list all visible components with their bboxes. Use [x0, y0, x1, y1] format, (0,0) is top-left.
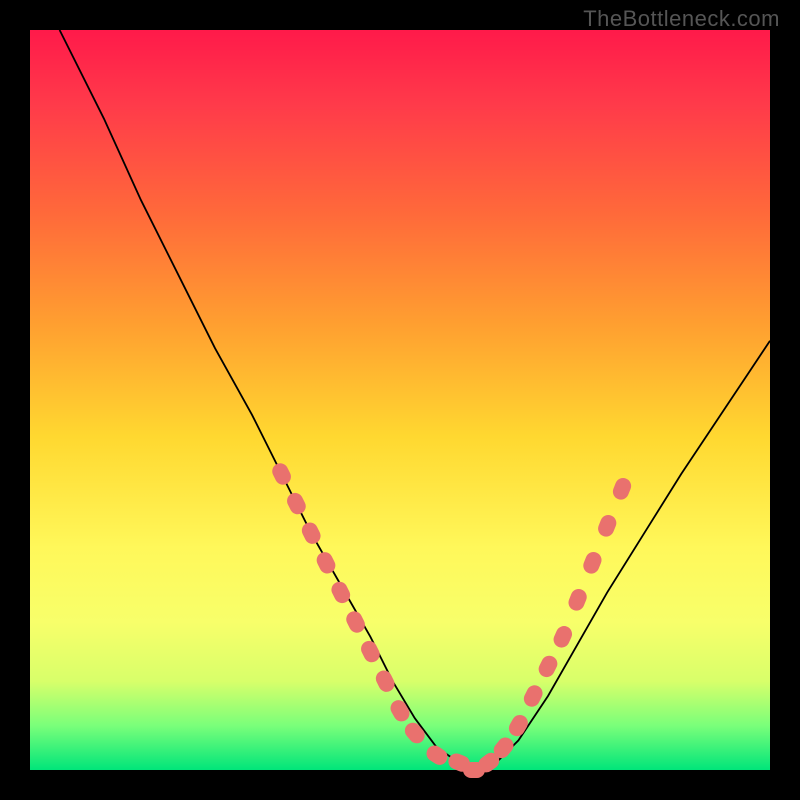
curve-marker — [329, 579, 353, 606]
chart-plot-area — [30, 30, 770, 770]
curve-marker — [284, 490, 308, 517]
marker-group — [270, 461, 634, 778]
curve-marker — [566, 587, 589, 613]
curve-marker — [551, 623, 575, 650]
curve-marker — [610, 476, 633, 502]
curve-marker — [402, 719, 428, 746]
curve-marker — [423, 742, 450, 768]
curve-marker — [270, 461, 294, 488]
curve-marker — [344, 609, 368, 636]
curve-marker — [596, 513, 619, 539]
curve-marker — [373, 668, 397, 695]
curve-marker — [299, 520, 323, 547]
curve-marker — [536, 653, 560, 680]
curve-marker — [581, 550, 604, 576]
curve-marker — [388, 697, 413, 724]
curve-marker — [358, 638, 382, 665]
curve-marker — [506, 712, 531, 739]
chart-svg — [30, 30, 770, 770]
watermark-text: TheBottleneck.com — [583, 6, 780, 32]
bottleneck-curve-path — [60, 30, 770, 770]
